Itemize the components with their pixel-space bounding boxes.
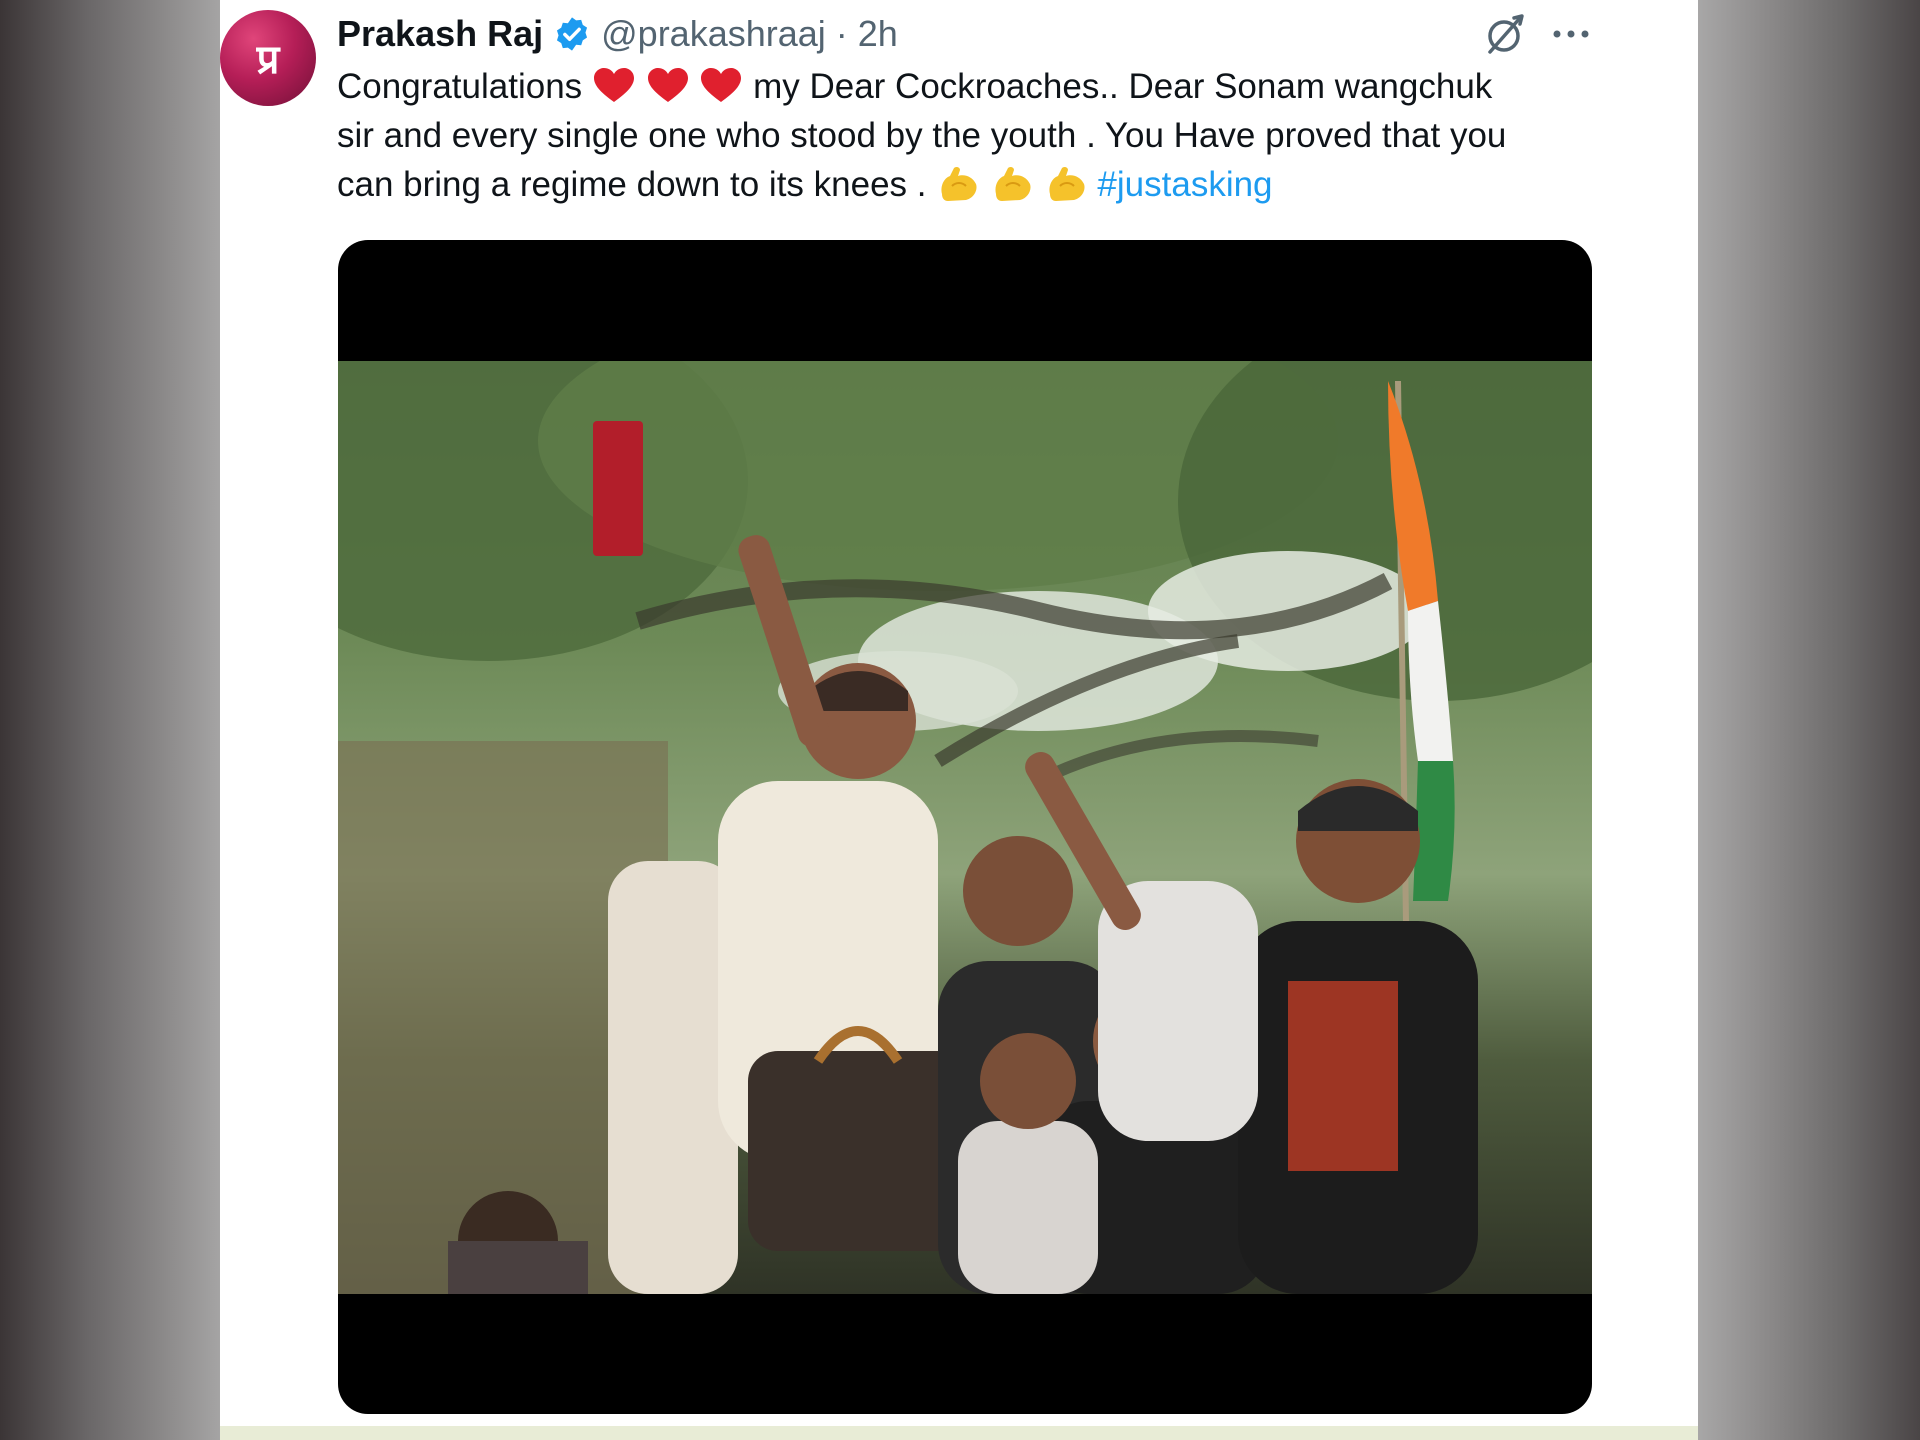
text-dear-cockroaches: my Dear Cockroaches.. Dear Sonam wangchu… xyxy=(753,67,1493,106)
avatar-letters: प्र xyxy=(256,37,281,83)
tweet-header: Prakash Raj @prakashraaj · 2h xyxy=(337,10,898,58)
background-left xyxy=(0,0,220,1440)
background-right xyxy=(1698,0,1920,1440)
heart-emoji-icon xyxy=(647,68,688,102)
hashtag-link[interactable]: #justasking xyxy=(1097,165,1272,204)
heart-emoji-icon xyxy=(593,68,634,102)
more-icon[interactable] xyxy=(1548,14,1594,54)
separator-dot: · xyxy=(835,13,848,54)
tweet-text-line-3: can bring a regime down to its knees . #… xyxy=(337,160,1677,209)
avatar[interactable]: प्र xyxy=(220,10,316,106)
verified-badge-icon xyxy=(557,17,588,51)
grok-icon[interactable] xyxy=(1482,12,1528,58)
text-regime: can bring a regime down to its knees . xyxy=(337,165,937,204)
tweet-time[interactable]: 2h xyxy=(858,13,898,55)
author-name[interactable]: Prakash Raj xyxy=(337,13,543,55)
bottom-strip xyxy=(220,1426,1698,1440)
tweet-text-line-1: Congratulations my Dear Cockroaches.. De… xyxy=(337,62,1677,111)
flexed-biceps-emoji-icon xyxy=(1049,166,1085,201)
tweet-text: Congratulations my Dear Cockroaches.. De… xyxy=(337,62,1677,209)
avatar-logo: प्र xyxy=(256,37,281,83)
flexed-biceps-emoji-icon xyxy=(995,166,1031,201)
video-frame[interactable] xyxy=(338,361,1592,1294)
author-handle[interactable]: @prakashraaj xyxy=(601,13,826,55)
heart-emoji-icon xyxy=(701,68,742,102)
tweet-card[interactable]: प्र Prakash Raj @prakashraaj · 2h Congra… xyxy=(220,0,1698,1440)
tweet-media-video[interactable] xyxy=(338,240,1592,1414)
text-congratulations: Congratulations xyxy=(337,67,592,106)
video-scene xyxy=(338,361,1592,1294)
flexed-biceps-emoji-icon xyxy=(941,166,977,201)
tweet-text-line-2: sir and every single one who stood by th… xyxy=(337,116,1507,155)
